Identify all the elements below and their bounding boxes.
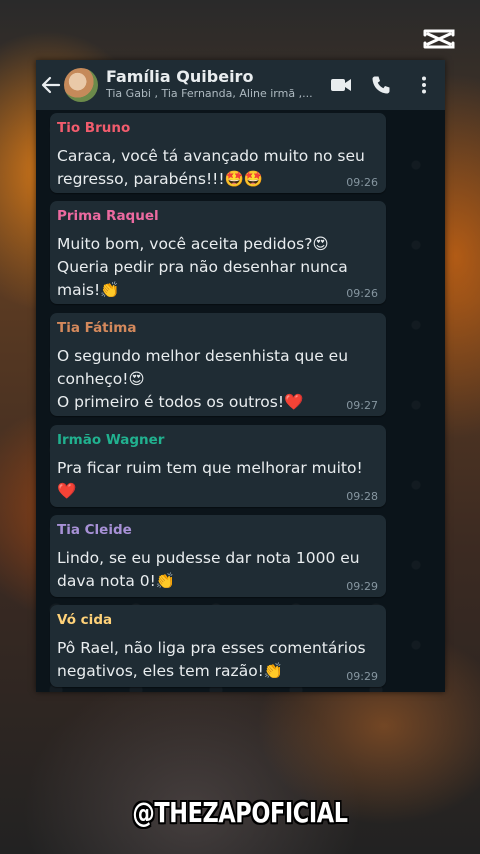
message-bubble[interactable]: Prima Raquel Muito bom, você aceita pedi…	[50, 201, 386, 304]
message-text: Muito bom, você aceita pedidos?😍 Queria …	[57, 235, 348, 299]
message-bubble[interactable]: Vó cida Pô Rael, não liga pra esses come…	[50, 605, 386, 687]
message-sender: Prima Raquel	[57, 208, 159, 224]
message-list[interactable]: Tio Bruno Caraca, você tá avançado muito…	[36, 110, 445, 692]
group-info[interactable]: Família Quibeiro Tia Gabi , Tia Fernanda…	[106, 68, 316, 102]
message-time: 09:29	[346, 580, 378, 593]
message-sender: Tio Bruno	[57, 120, 131, 136]
message-bubble[interactable]: Tio Bruno Caraca, você tá avançado muito…	[50, 113, 386, 193]
group-members: Tia Gabi , Tia Fernanda, Aline irmã ,...	[106, 87, 313, 100]
message-time: 09:29	[346, 670, 378, 683]
message-time: 09:26	[346, 176, 378, 189]
watermark-text: @THEZAPOFICIAL	[132, 796, 348, 829]
back-button[interactable]	[36, 60, 66, 110]
message-sender: Tia Cleide	[57, 522, 132, 538]
message-text: Pra ficar ruim tem que melhorar muito!❤️	[57, 459, 363, 500]
chat-window: Família Quibeiro Tia Gabi , Tia Fernanda…	[36, 60, 445, 692]
message-sender: Vó cida	[57, 612, 113, 628]
more-vertical-icon[interactable]	[419, 75, 429, 95]
message-time: 09:27	[346, 399, 378, 412]
message-text: Pô Rael, não liga pra esses comentários …	[57, 639, 366, 680]
message-bubble[interactable]: Irmão Wagner Pra ficar ruim tem que melh…	[50, 425, 386, 507]
message-time: 09:26	[346, 287, 378, 300]
video-call-icon[interactable]	[330, 75, 352, 95]
message-sender: Tia Fátima	[57, 320, 137, 336]
message-sender: Irmão Wagner	[57, 432, 165, 448]
group-avatar[interactable]	[64, 68, 98, 102]
chat-header: Família Quibeiro Tia Gabi , Tia Fernanda…	[36, 60, 445, 110]
message-text: Caraca, você tá avançado muito no seu re…	[57, 147, 365, 188]
back-arrow-icon	[41, 76, 61, 94]
message-text: Lindo, se eu pudesse dar nota 1000 eu da…	[57, 549, 360, 590]
group-name: Família Quibeiro	[106, 67, 254, 86]
message-time: 09:28	[346, 490, 378, 503]
capcut-logo-icon	[423, 29, 455, 49]
phone-call-icon[interactable]	[371, 75, 391, 95]
message-bubble[interactable]: Tia Cleide Lindo, se eu pudesse dar nota…	[50, 515, 386, 597]
message-text: O segundo melhor desenhista que eu conhe…	[57, 347, 349, 411]
message-bubble[interactable]: Tia Fátima O segundo melhor desenhista q…	[50, 313, 386, 416]
